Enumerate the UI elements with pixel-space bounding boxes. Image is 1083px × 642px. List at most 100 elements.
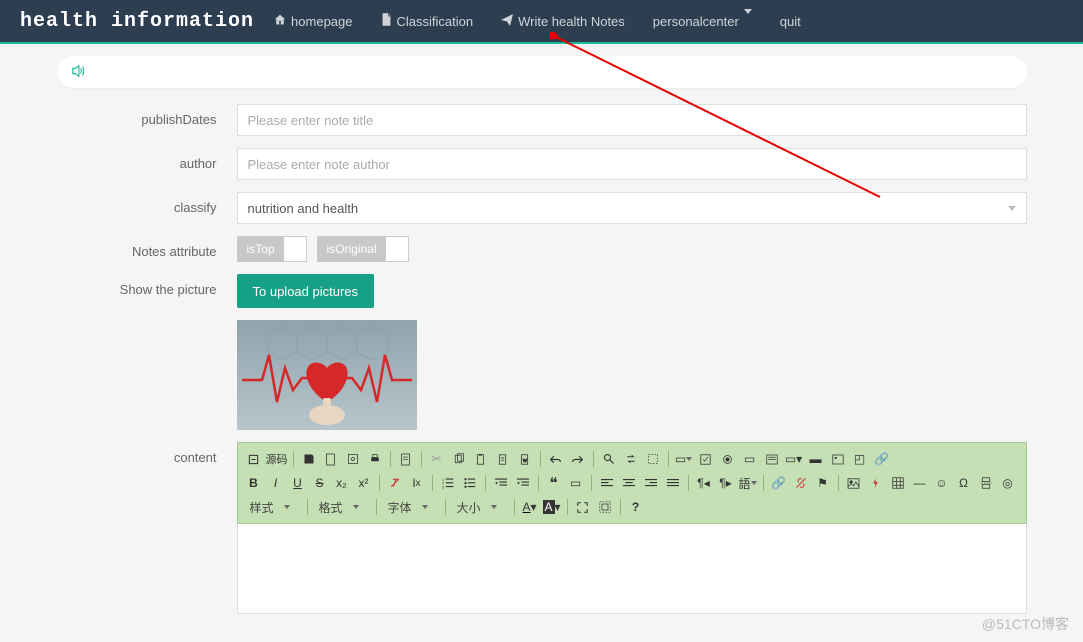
align-left-icon[interactable]	[597, 473, 617, 493]
size-select[interactable]: 大小	[451, 497, 503, 517]
image-icon[interactable]	[844, 473, 864, 493]
template-icon[interactable]	[396, 449, 416, 469]
text-color-icon[interactable]: A▾	[520, 497, 540, 517]
button-icon[interactable]: ▬	[806, 449, 826, 469]
redo-icon[interactable]	[568, 449, 588, 469]
toggle-isoriginal[interactable]: isOriginal	[317, 236, 409, 262]
outdent-icon[interactable]	[491, 473, 511, 493]
pagebreak-icon[interactable]	[976, 473, 996, 493]
cut-icon[interactable]: ✂	[427, 449, 447, 469]
copy-format-icon[interactable]: Ix	[407, 473, 427, 493]
source-label: 源码	[266, 451, 288, 467]
nav-personal-label: personalcenter	[653, 14, 739, 29]
link-icon[interactable]: 🔗	[872, 449, 892, 469]
input-note-author[interactable]	[237, 148, 1027, 180]
nav-quit[interactable]: quit	[766, 0, 815, 42]
maximize-icon[interactable]	[573, 497, 593, 517]
superscript-icon[interactable]: x²	[354, 473, 374, 493]
ltr-icon[interactable]: ¶◂	[694, 473, 714, 493]
editor-content-area[interactable]	[237, 524, 1027, 614]
paste-icon[interactable]	[471, 449, 491, 469]
upload-pictures-button[interactable]: To upload pictures	[237, 274, 375, 308]
numbered-list-icon[interactable]: 123	[438, 473, 458, 493]
nav-write-notes[interactable]: Write health Notes	[487, 0, 639, 42]
label-publishdates: publishDates	[57, 104, 237, 129]
anchor-icon[interactable]: ⚑	[813, 473, 833, 493]
selectall-icon[interactable]	[643, 449, 663, 469]
nav-personalcenter[interactable]: personalcenter	[639, 0, 766, 42]
paste-word-icon[interactable]: w	[515, 449, 535, 469]
save-icon[interactable]	[299, 449, 319, 469]
svg-text:3: 3	[442, 485, 444, 489]
textarea-icon[interactable]	[762, 449, 782, 469]
nav-homepage[interactable]: homepage	[260, 0, 366, 42]
blockquote-icon[interactable]: ❝	[544, 473, 564, 493]
image-button-icon[interactable]	[828, 449, 848, 469]
align-right-icon[interactable]	[641, 473, 661, 493]
indent-icon[interactable]	[513, 473, 533, 493]
strike-icon[interactable]: S	[310, 473, 330, 493]
chevron-down-icon	[1008, 206, 1016, 211]
copy-icon[interactable]	[449, 449, 469, 469]
language-icon[interactable]: 語	[738, 473, 758, 493]
nav-classification[interactable]: Classification	[367, 0, 488, 42]
replace-icon[interactable]	[621, 449, 641, 469]
about-icon[interactable]: ?	[626, 497, 646, 517]
new-page-icon[interactable]	[321, 449, 341, 469]
editor-toolbar: 源码 ✂ w	[237, 442, 1027, 524]
checkbox-istop[interactable]	[283, 236, 307, 262]
textfield-icon[interactable]: ▭	[740, 449, 760, 469]
checkbox-icon[interactable]	[696, 449, 716, 469]
underline-icon[interactable]: U	[288, 473, 308, 493]
paste-text-icon[interactable]	[493, 449, 513, 469]
format-select[interactable]: 格式	[313, 497, 365, 517]
form-icon[interactable]: ▭	[674, 449, 694, 469]
print-icon[interactable]	[365, 449, 385, 469]
table-icon[interactable]	[888, 473, 908, 493]
volume-icon	[71, 64, 85, 81]
label-content: content	[57, 442, 237, 467]
remove-format-icon[interactable]	[385, 473, 405, 493]
svg-text:w: w	[522, 457, 527, 463]
nav-classification-label: Classification	[397, 14, 474, 29]
italic-icon[interactable]: I	[266, 473, 286, 493]
rtl-icon[interactable]: ¶▸	[716, 473, 736, 493]
undo-icon[interactable]	[546, 449, 566, 469]
chevron-down-icon	[744, 14, 752, 29]
align-justify-icon[interactable]	[663, 473, 683, 493]
accent-divider	[0, 42, 1083, 44]
select-classify[interactable]: nutrition and health	[237, 192, 1027, 224]
specialchar-icon[interactable]: Ω	[954, 473, 974, 493]
label-author: author	[57, 148, 237, 173]
subscript-icon[interactable]: x₂	[332, 473, 352, 493]
source-button[interactable]	[244, 449, 264, 469]
font-select[interactable]: 字体	[382, 497, 434, 517]
flash-icon[interactable]	[866, 473, 886, 493]
hr-icon[interactable]: —	[910, 473, 930, 493]
link2-icon[interactable]: 🔗	[769, 473, 789, 493]
unlink-icon[interactable]	[791, 473, 811, 493]
input-note-title[interactable]	[237, 104, 1027, 136]
div-icon[interactable]: ▭	[566, 473, 586, 493]
preview-icon[interactable]	[343, 449, 363, 469]
bg-color-icon[interactable]: A▾	[542, 497, 562, 517]
iframe-icon[interactable]: ◎	[998, 473, 1018, 493]
paper-plane-icon	[501, 14, 513, 29]
toggle-istop[interactable]: isTop	[237, 236, 307, 262]
nav-quit-label: quit	[780, 14, 801, 29]
smiley-icon[interactable]: ☺	[932, 473, 952, 493]
hidden-field-icon[interactable]: ◰	[850, 449, 870, 469]
styles-select[interactable]: 样式	[244, 497, 296, 517]
radio-icon[interactable]	[718, 449, 738, 469]
label-classify: classify	[57, 192, 237, 217]
align-center-icon[interactable]	[619, 473, 639, 493]
checkbox-isoriginal[interactable]	[385, 236, 409, 262]
bold-icon[interactable]: B	[244, 473, 264, 493]
nav-write-label: Write health Notes	[518, 14, 625, 29]
find-icon[interactable]	[599, 449, 619, 469]
show-blocks-icon[interactable]	[595, 497, 615, 517]
select-classify-value: nutrition and health	[248, 201, 359, 216]
bullet-list-icon[interactable]	[460, 473, 480, 493]
select-icon[interactable]: ▭▾	[784, 449, 804, 469]
home-icon	[274, 14, 286, 29]
